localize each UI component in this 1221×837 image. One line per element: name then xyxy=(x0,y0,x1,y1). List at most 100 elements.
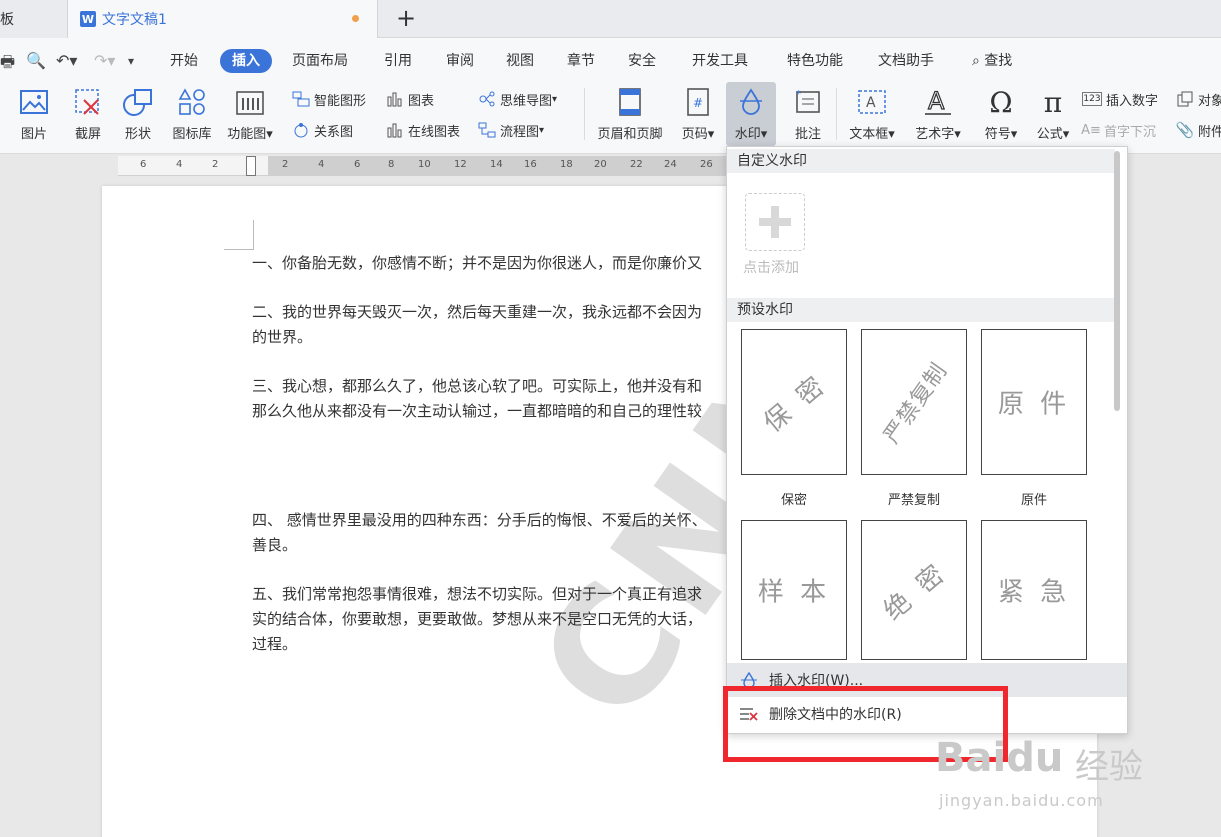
print-preview-icon[interactable]: 🔍 xyxy=(26,51,46,70)
insert-number-label: 插入数字 xyxy=(1106,93,1159,109)
drop-cap-button[interactable]: A≡ 首字下沉 xyxy=(1081,119,1156,141)
menu-chapter[interactable]: 章节 xyxy=(555,49,607,73)
shapes-button[interactable]: 形状 xyxy=(112,82,164,146)
indent-marker-icon[interactable] xyxy=(246,156,256,176)
menu-bar: 🖶 🔍 ↶▾ ↷▾ ▾ 开始 插入 页面布局 引用 审阅 视图 章节 安全 开发… xyxy=(0,38,1221,82)
number-icon: 123 xyxy=(1082,92,1102,106)
flowchart-button[interactable]: 流程图 ▾ xyxy=(478,119,544,141)
function-chart-label: 功能图▾ xyxy=(227,127,273,142)
preset-watermark-preview: 样 本 xyxy=(757,577,831,608)
paragraph[interactable]: 善良。 xyxy=(252,533,297,558)
picture-icon xyxy=(19,87,49,117)
comment-button[interactable]: * 批注 xyxy=(784,82,832,146)
omega-icon: Ω xyxy=(989,85,1013,119)
preset-watermark-preview: 原 件 xyxy=(997,389,1071,420)
symbol-button[interactable]: Ω 符号▾ xyxy=(976,82,1026,146)
custom-watermark-title: 自定义水印 xyxy=(727,149,1115,173)
smart-shape-button[interactable]: 智能图形 xyxy=(292,88,366,110)
function-chart-button[interactable]: 功能图▾ xyxy=(222,82,278,146)
tab-template[interactable]: 模板 xyxy=(0,0,68,38)
formula-button[interactable]: π 公式▾ xyxy=(1030,82,1076,146)
tab-bar: 模板 W 文字文稿1 + xyxy=(0,0,1221,38)
paragraph[interactable]: 实的结合体，你要敢想，更要敢做。梦想从来不是空口无凭的大话， xyxy=(252,607,702,632)
menu-references[interactable]: 引用 xyxy=(372,49,424,73)
icon-library-button[interactable]: 图标库 xyxy=(166,82,218,146)
preset-watermark-tile[interactable]: 样 本 xyxy=(741,520,847,660)
chart-button[interactable]: 图表 xyxy=(386,88,434,110)
relation-chart-button[interactable]: 关系图 xyxy=(292,119,353,141)
textbox-button[interactable]: A 文本框▾ xyxy=(842,82,902,146)
tab-document-label: 文字文稿1 xyxy=(102,12,167,28)
picture-button[interactable]: 图片 xyxy=(8,82,60,146)
preset-watermark-label: 原件 xyxy=(1020,493,1047,508)
page-number-button[interactable]: # 页码▾ xyxy=(676,82,720,146)
flowchart-icon xyxy=(478,121,496,139)
print-icon[interactable]: 🖶 xyxy=(0,51,15,78)
smart-shape-icon xyxy=(292,90,310,108)
shapes-label: 形状 xyxy=(124,127,151,142)
paragraph[interactable]: 四、 感情世界里最没用的四种东西：分手后的悔恨、不爱后的关怀、 xyxy=(252,508,707,533)
menu-review[interactable]: 审阅 xyxy=(434,49,486,73)
preset-watermark-tile[interactable]: 原 件 xyxy=(981,329,1087,475)
icon-library-label: 图标库 xyxy=(172,127,212,142)
online-chart-icon xyxy=(386,121,404,139)
menu-security[interactable]: 安全 xyxy=(616,49,668,73)
art-text-label: 艺术字▾ xyxy=(915,127,961,142)
header-footer-label: 页眉和页脚 xyxy=(597,127,663,142)
paragraph[interactable]: 二、我的世界每天毁灭一次，然后每天重建一次，我永远都不会因为 xyxy=(252,300,702,325)
menu-home[interactable]: 开始 xyxy=(158,49,210,73)
mind-map-button[interactable]: 思维导图 ▾ xyxy=(478,88,557,110)
preset-watermark-tile[interactable]: 紧 急 xyxy=(981,520,1087,660)
menu-search[interactable]: ⌕ 查找 xyxy=(960,49,1024,73)
object-button[interactable]: 对象 xyxy=(1176,88,1221,110)
preset-watermark-preview: 紧 急 xyxy=(997,577,1071,608)
menu-view[interactable]: 视图 xyxy=(494,49,546,73)
smart-shape-label: 智能图形 xyxy=(314,93,367,109)
horizontal-ruler[interactable]: 6 4 2 2 4 6 8 10 12 14 16 18 20 22 24 26 xyxy=(118,156,728,176)
add-custom-watermark-button[interactable] xyxy=(745,193,805,251)
paragraph[interactable]: 那么久他从来都没有一次主动认输过，一直都暗暗的和自己的理性较 xyxy=(252,399,702,424)
plus-icon xyxy=(759,206,791,238)
ruler-tick: 16 xyxy=(524,159,537,170)
attachment-button[interactable]: 📎 附件 xyxy=(1176,119,1221,141)
bar-chart-icon xyxy=(386,90,404,108)
menu-developer-tools[interactable]: 开发工具 xyxy=(680,49,760,73)
screenshot-button[interactable]: 截屏 xyxy=(62,82,114,146)
ruler-tick: 14 xyxy=(490,159,503,170)
ruler-tick: 22 xyxy=(630,159,643,170)
relation-chart-label: 关系图 xyxy=(314,124,354,140)
symbol-label: 符号▾ xyxy=(984,127,1018,142)
preset-watermark-tile[interactable]: 绝 密 xyxy=(861,520,967,660)
comment-label: 批注 xyxy=(794,127,821,142)
menu-page-layout[interactable]: 页面布局 xyxy=(280,49,360,73)
tab-document[interactable]: W 文字文稿1 xyxy=(68,0,378,38)
ruler-tick: 2 xyxy=(212,159,219,170)
new-tab-button[interactable]: + xyxy=(392,4,420,32)
paragraph[interactable]: 三、我心想，都那么久了，他总该心软了吧。可实际上，他并没有和 xyxy=(252,374,702,399)
header-footer-button[interactable]: 页眉和页脚 xyxy=(592,82,668,146)
site-url-text: jingyan.baidu.com xyxy=(939,791,1104,810)
paragraph[interactable]: 的世界。 xyxy=(252,325,312,350)
object-icon xyxy=(1176,90,1194,108)
paragraph[interactable]: 五、我们常常抱怨事情很难，想法不切实际。但对于一个真正有追求 xyxy=(252,582,702,607)
menu-insert[interactable]: 插入 xyxy=(220,49,272,73)
preset-watermark-tile[interactable]: 严禁复制 xyxy=(861,329,967,475)
preset-watermark-tile[interactable]: 保 密 xyxy=(741,329,847,475)
quick-access-dropdown-icon[interactable]: ▾ xyxy=(128,54,134,68)
watermark-button[interactable]: 水印▾ xyxy=(726,82,776,146)
ruler-tick: 24 xyxy=(664,159,677,170)
dropdown-scrollbar[interactable] xyxy=(1114,151,1120,411)
relation-chart-icon xyxy=(292,121,310,139)
preset-watermark-preview: 绝 密 xyxy=(878,557,953,627)
menu-doc-assistant[interactable]: 文档助手 xyxy=(866,49,946,73)
svg-text:A: A xyxy=(928,87,945,115)
paragraph[interactable]: 一、你备胎无数，你感情不断；并不是因为你很迷人，而是你廉价又 xyxy=(252,251,702,276)
art-text-button[interactable]: A 艺术字▾ xyxy=(906,82,970,146)
menu-special-features[interactable]: 特色功能 xyxy=(775,49,855,73)
insert-number-button[interactable]: 123 插入数字 xyxy=(1082,88,1158,110)
online-chart-button[interactable]: 在线图表 xyxy=(386,119,460,141)
shapes-icon xyxy=(123,87,153,117)
redo-icon[interactable]: ↷▾ xyxy=(94,51,115,70)
undo-icon[interactable]: ↶▾ xyxy=(56,51,77,70)
paragraph[interactable]: 过程。 xyxy=(252,632,297,657)
